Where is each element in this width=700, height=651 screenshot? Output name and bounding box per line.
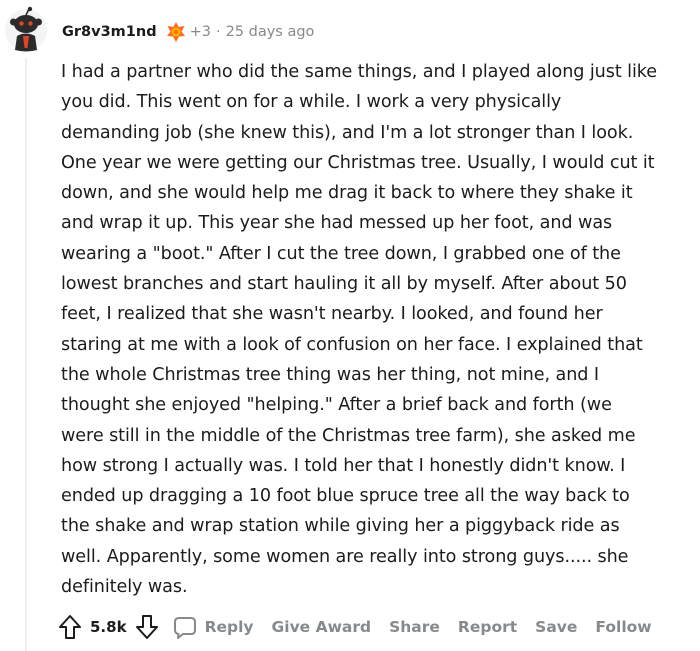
comment-body: I had a partner who did the same things,… xyxy=(61,57,697,602)
comment-body-line: definitely was. xyxy=(61,577,188,598)
comment-actions: 5.8k Reply Give Award Share Report Save … xyxy=(58,611,670,643)
username[interactable]: Gr8v3m1nd xyxy=(62,24,157,40)
comment-body-line: and wrap it up. This year she had messed… xyxy=(61,213,613,234)
give-award-button[interactable]: Give Award xyxy=(272,618,372,636)
comment-body-line: One year we were getting our Christmas t… xyxy=(61,152,655,173)
follow-button[interactable]: Follow xyxy=(595,618,651,636)
comment-body-line: ended up dragging a 10 foot blue spruce … xyxy=(61,486,630,507)
comment-body-line: the shake and wrap station while giving … xyxy=(61,516,620,537)
comment-body-line: the whole Christmas tree thing was her t… xyxy=(61,364,599,385)
reply-label: Reply xyxy=(204,618,254,636)
avatar[interactable] xyxy=(4,6,48,54)
downvote-arrow-icon[interactable] xyxy=(135,614,159,640)
snoo-avatar-icon xyxy=(5,6,47,52)
comment-body-line: demanding job (she knew this), and I'm a… xyxy=(61,122,634,143)
vote-score: 5.8k xyxy=(90,618,127,636)
reply-button[interactable]: Reply xyxy=(173,615,272,639)
timestamp[interactable]: 25 days ago xyxy=(226,24,315,40)
thread-line[interactable] xyxy=(25,58,27,651)
comment-header: Gr8v3m1nd +3 · 25 days ago xyxy=(62,20,314,44)
comment-body-line: were still in the middle of the Christma… xyxy=(61,425,636,446)
comment-body-line: feet, I realized that she wasn't nearby.… xyxy=(61,304,603,325)
comment-body-line: down, and she would help me drag it back… xyxy=(61,183,633,204)
comment-body-line: I had a partner who did the same things,… xyxy=(61,62,658,82)
award-flair-icon xyxy=(166,22,186,42)
comment-body-line: well. Apparently, some women are really … xyxy=(61,546,629,567)
share-button[interactable]: Share xyxy=(389,618,440,636)
comment-body-line: how strong I actually was. I told her th… xyxy=(61,455,626,476)
comment-body-line: wearing a "boot." After I cut the tree d… xyxy=(61,243,621,264)
save-button[interactable]: Save xyxy=(535,618,577,636)
meta-separator: · xyxy=(215,24,221,40)
comment-body-line: staring at me with a look of confusion o… xyxy=(61,334,643,355)
upvote-arrow-icon[interactable] xyxy=(58,614,82,640)
comment-body-line: thought she enjoyed "helping." After a b… xyxy=(61,395,612,416)
karma-count: +3 xyxy=(189,24,211,40)
comment-body-line: lowest branches and start hauling it all… xyxy=(61,274,627,295)
report-button[interactable]: Report xyxy=(458,618,517,636)
comment-bubble-icon xyxy=(173,615,197,639)
comment-body-line: you did. This went on for a while. I wor… xyxy=(61,92,562,113)
